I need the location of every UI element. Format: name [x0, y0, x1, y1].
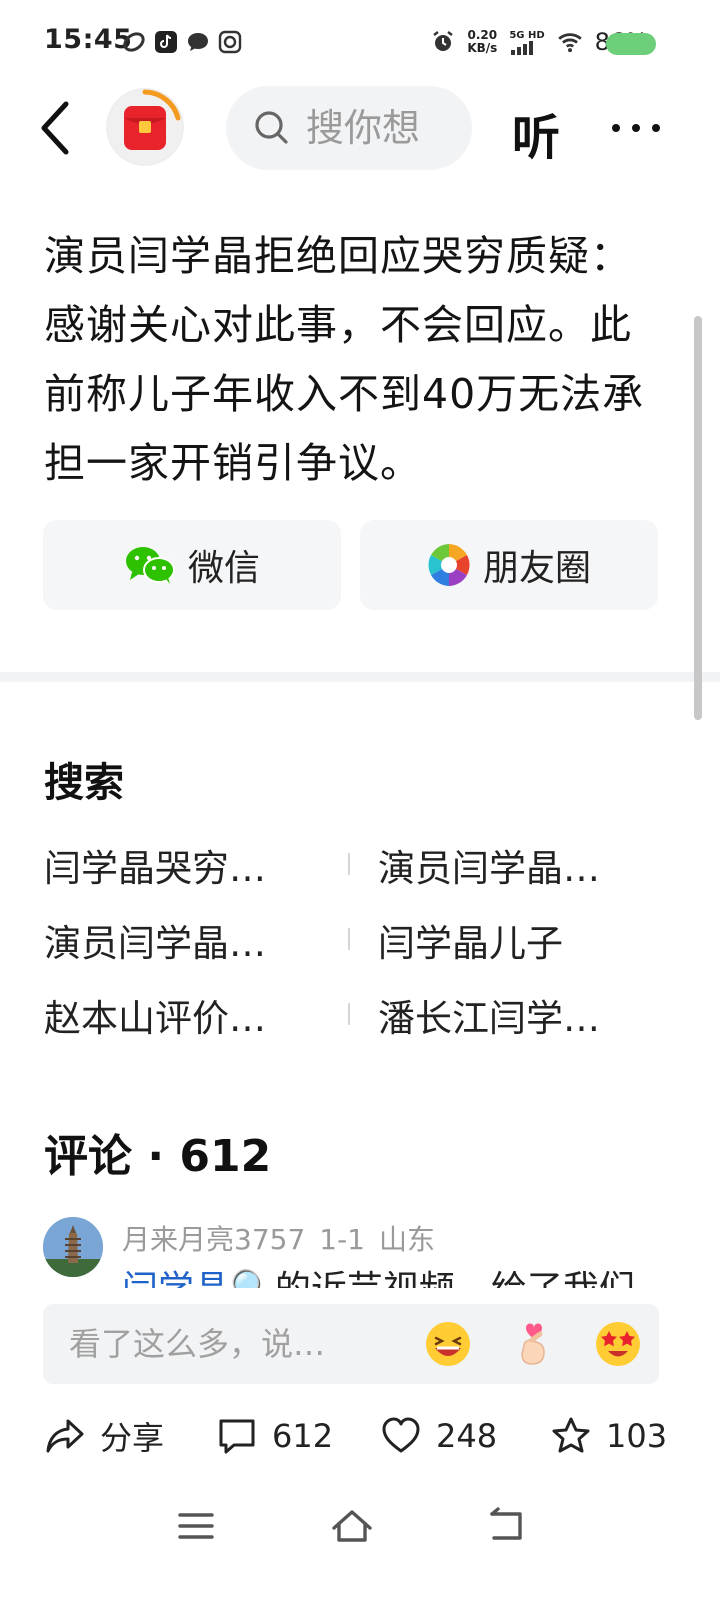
comment-link[interactable]: 闫学晶 [122, 1269, 230, 1288]
article-headline: 演员闫学晶拒绝回应哭穷质疑：感谢关心对此事，不会回应。此前称儿子年收入不到40万… [44, 232, 645, 487]
red-envelope-icon [108, 89, 182, 164]
search-section-title: 搜索 [44, 760, 124, 806]
comment-username[interactable]: 月来月亮3757 [122, 1223, 305, 1256]
search-icon [255, 111, 288, 144]
keyword-separator [348, 853, 350, 875]
network-type: 5G HD [509, 29, 545, 41]
comment-location: 山东 [379, 1223, 436, 1256]
battery-icon [606, 33, 656, 55]
status-bar: 15:45 0.20 KB/s 5G HD 86% [0, 0, 720, 90]
comment-text-clip: 闫学晶🔍的近芸视频，给了我们 [122, 1262, 662, 1288]
share-action[interactable]: 分享 [44, 1410, 164, 1462]
comment-input-box[interactable] [43, 1304, 659, 1384]
commenter-avatar[interactable] [43, 1217, 103, 1277]
wifi-icon [557, 33, 582, 53]
search-keyword[interactable]: 演员闫学晶… [44, 913, 266, 967]
comment-icon [219, 1419, 255, 1454]
share-action-label: 分享 [100, 1419, 165, 1457]
search-keyword[interactable]: 闫学晶哭穷… [44, 838, 266, 892]
search-input[interactable] [306, 104, 466, 152]
comments-title: 评论 · 612 [44, 1131, 272, 1182]
comment-input[interactable] [69, 1322, 399, 1366]
search-keyword[interactable]: 演员闫学晶… [378, 838, 600, 892]
comment-count: 612 [272, 1417, 334, 1455]
section-divider [0, 672, 720, 682]
comment-date: 1-1 [319, 1223, 365, 1256]
keyword-separator [348, 928, 350, 950]
laughing-emoji-icon[interactable] [424, 1320, 472, 1368]
chat-bubble-icon [188, 33, 208, 51]
heart-icon [382, 1417, 420, 1453]
back-icon[interactable] [36, 98, 76, 158]
menu-nav-icon[interactable] [176, 1506, 216, 1546]
share-moments-button[interactable]: 朋友圈 [360, 520, 658, 610]
favorite-count: 103 [606, 1417, 668, 1455]
listen-button[interactable]: 听 [512, 98, 560, 168]
share-wechat-button[interactable]: 微信 [43, 520, 341, 610]
net-speed-unit: KB/s [467, 41, 498, 55]
net-speed: 0.20 KB/s [465, 29, 499, 55]
signal-block: 5G HD [509, 29, 545, 55]
keyword-separator [348, 1003, 350, 1025]
search-link-icon: 🔍 [230, 1269, 275, 1288]
status-notification-icons [122, 30, 242, 54]
camera-app-icon [218, 30, 242, 54]
tiktok-icon [155, 31, 177, 53]
signal-icon [511, 40, 534, 55]
share-wechat-label: 微信 [187, 548, 260, 589]
back-nav-icon[interactable] [486, 1506, 526, 1546]
wechat-icon [125, 547, 175, 584]
search-keyword[interactable]: 闫学晶儿子 [378, 913, 563, 967]
sync-icon [123, 32, 145, 52]
pagoda-photo [43, 1217, 103, 1277]
publisher-avatar[interactable] [106, 88, 184, 166]
star-eyes-emoji-icon[interactable] [594, 1320, 642, 1368]
search-box[interactable] [226, 86, 472, 170]
share-moments-label: 朋友圈 [482, 548, 591, 589]
finger-heart-emoji-icon[interactable] [510, 1320, 558, 1368]
star-icon [552, 1417, 590, 1453]
search-keyword[interactable]: 赵本山评价… [44, 988, 266, 1042]
like-count: 248 [436, 1417, 498, 1455]
favorite-action[interactable]: 103 [550, 1410, 667, 1462]
more-options-icon[interactable] [610, 108, 662, 148]
home-nav-icon[interactable] [330, 1506, 374, 1546]
comment-meta: 月来月亮3757 1-1 山东 [122, 1218, 449, 1258]
comment-action[interactable]: 612 [216, 1410, 333, 1462]
comment-body: 的近芸视频，给了我们 [275, 1269, 635, 1288]
share-arrow-icon [46, 1419, 84, 1453]
search-keyword[interactable]: 潘长江闫学… [378, 988, 600, 1042]
like-action[interactable]: 248 [380, 1410, 497, 1462]
moments-icon [427, 544, 470, 586]
alarm-icon [433, 31, 454, 51]
scrollbar[interactable] [694, 316, 702, 720]
comment-text: 闫学晶🔍的近芸视频，给了我们 [122, 1262, 662, 1288]
status-time: 15:45 [44, 24, 133, 55]
